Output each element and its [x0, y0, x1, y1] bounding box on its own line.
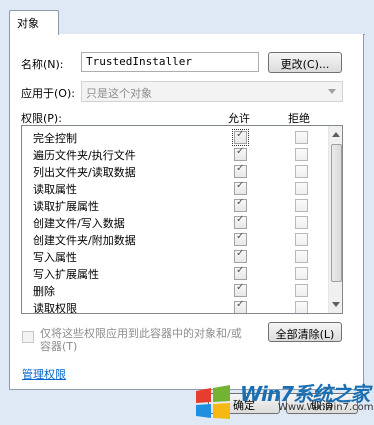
allow-column-header: 允许: [228, 112, 250, 125]
scroll-thumb[interactable]: [331, 144, 342, 282]
deny-checkbox[interactable]: [295, 284, 308, 297]
allow-checkbox[interactable]: [234, 180, 247, 195]
allow-checkbox[interactable]: [234, 299, 247, 313]
permission-name: 写入属性: [33, 251, 77, 264]
permission-name: 列出文件夹/读取数据: [33, 166, 136, 179]
deny-checkbox[interactable]: [295, 216, 308, 229]
allow-checkbox[interactable]: [234, 163, 247, 178]
clear-all-button[interactable]: 全部清除(L): [268, 322, 342, 342]
scroll-down-icon[interactable]: [332, 302, 340, 307]
permission-row: 读取权限: [22, 298, 322, 314]
apply-only-checkbox[interactable]: [22, 331, 34, 343]
permission-name: 创建文件夹/附加数据: [33, 234, 136, 247]
permission-row: 写入扩展属性: [22, 264, 322, 281]
deny-checkbox[interactable]: [295, 165, 308, 178]
manage-permissions-link[interactable]: 管理权限: [22, 366, 66, 382]
permission-row: 读取属性: [22, 179, 322, 196]
deny-checkbox[interactable]: [295, 267, 308, 280]
permission-row: 列出文件夹/读取数据: [22, 162, 322, 179]
allow-checkbox[interactable]: [234, 231, 247, 246]
name-label: 名称(N):: [21, 58, 64, 71]
name-field[interactable]: TrustedInstaller: [81, 52, 259, 72]
allow-checkbox[interactable]: [232, 129, 249, 146]
allow-checkbox[interactable]: [234, 197, 247, 212]
permission-name: 完全控制: [33, 132, 77, 145]
allow-checkbox[interactable]: [234, 265, 247, 280]
permission-name: 删除: [33, 285, 55, 298]
deny-checkbox[interactable]: [295, 199, 308, 212]
permission-row: 创建文件夹/附加数据: [22, 230, 322, 247]
permission-name: 读取属性: [33, 183, 77, 196]
permission-row: 删除: [22, 281, 322, 298]
tab-object[interactable]: 对象: [9, 10, 59, 35]
permission-list-scrollbar[interactable]: [328, 126, 342, 313]
allow-checkbox[interactable]: [234, 282, 247, 297]
windows-flag-icon: [196, 385, 230, 419]
permission-name: 读取扩展属性: [33, 200, 99, 213]
permission-name: 遍历文件夹/执行文件: [33, 149, 136, 162]
deny-checkbox[interactable]: [295, 250, 308, 263]
permission-row: 写入属性: [22, 247, 322, 264]
permission-row: 完全控制: [22, 128, 322, 146]
apply-to-select[interactable]: 只是这个对象: [81, 81, 343, 102]
deny-checkbox[interactable]: [295, 301, 308, 313]
permissions-label: 权限(P):: [21, 112, 62, 125]
permission-row: 读取扩展属性: [22, 196, 322, 213]
permission-row: 创建文件/写入数据: [22, 213, 322, 230]
allow-checkbox[interactable]: [234, 214, 247, 229]
apply-only-label: 仅将这些权限应用到此容器中的对象和/或容器(T): [40, 327, 242, 353]
apply-to-label: 应用于(O):: [21, 87, 75, 100]
scroll-up-icon[interactable]: [332, 132, 340, 137]
deny-checkbox[interactable]: [295, 131, 308, 144]
chevron-down-icon: [328, 89, 336, 94]
allow-checkbox[interactable]: [234, 248, 247, 263]
permission-name: 创建文件/写入数据: [33, 217, 125, 230]
permission-name: 读取权限: [33, 302, 77, 314]
apply-to-value: 只是这个对象: [86, 87, 152, 100]
allow-checkbox[interactable]: [234, 146, 247, 161]
change-button[interactable]: 更改(C)...: [268, 52, 342, 73]
deny-checkbox[interactable]: [295, 182, 308, 195]
deny-checkbox[interactable]: [295, 148, 308, 161]
deny-column-header: 拒绝: [288, 112, 310, 125]
tab-object-label: 对象: [17, 17, 39, 30]
permission-row: 遍历文件夹/执行文件: [22, 145, 322, 162]
deny-checkbox[interactable]: [295, 233, 308, 246]
watermark-url: Www.Winwin7.com: [278, 402, 374, 413]
permission-list: 完全控制 遍历文件夹/执行文件 列出文件夹/读取数据 读取属性 读取扩展属性 创…: [21, 125, 343, 314]
permission-name: 写入扩展属性: [33, 268, 99, 281]
